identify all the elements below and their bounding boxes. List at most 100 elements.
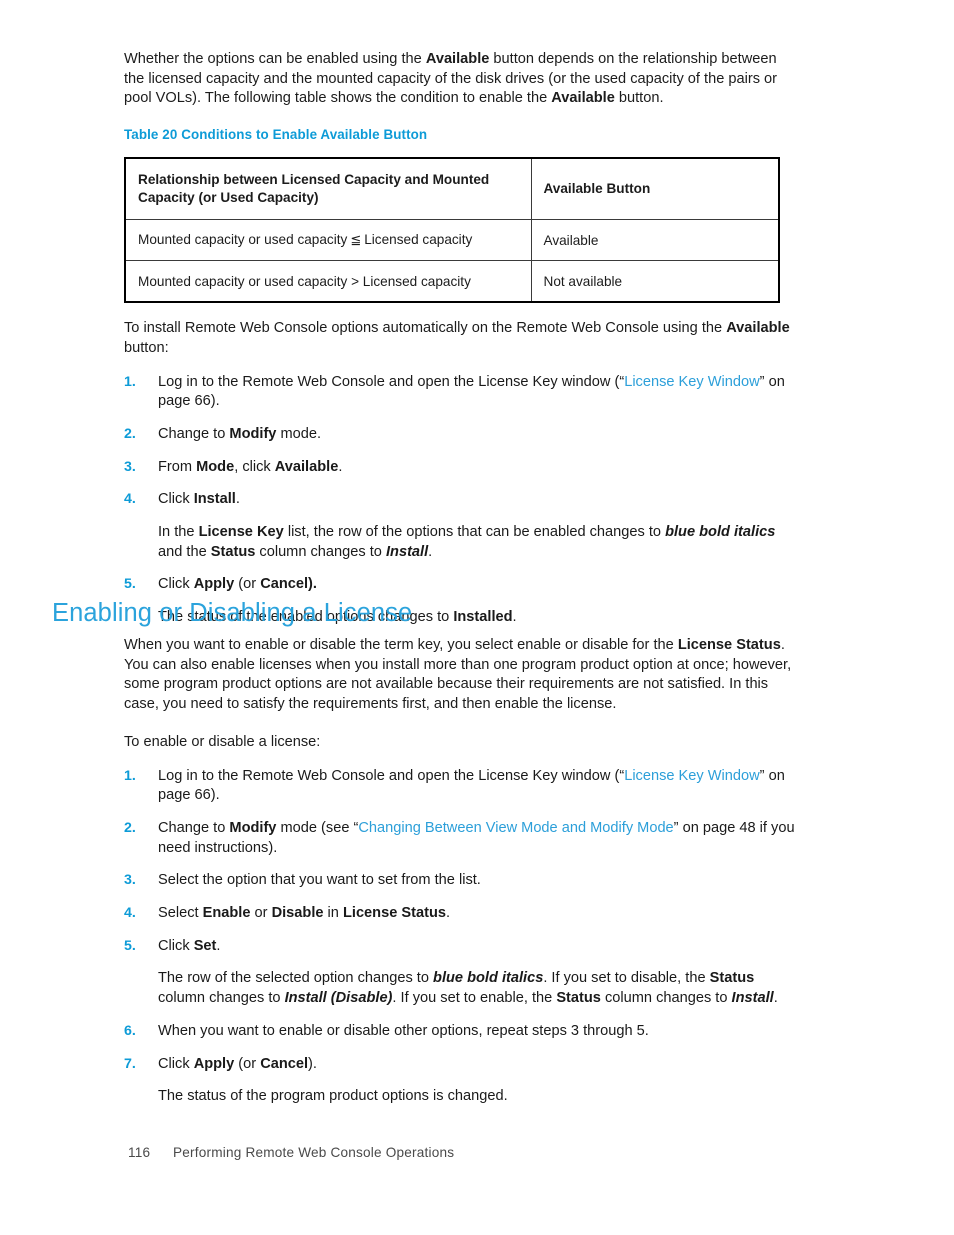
step-text-seg-1: Click	[158, 576, 194, 593]
section-paragraph: When you want to enable or disable the t…	[124, 636, 804, 715]
page-footer: 116 Performing Remote Web Console Operati…	[128, 1145, 454, 1160]
step-text-seg-1: Select	[158, 905, 203, 922]
step-text-seg-1: From	[158, 458, 197, 475]
table-cell-condition: Mounted capacity or used capacity ≦ Licens…	[124, 219, 532, 262]
step-bold-disable: Disable	[271, 905, 324, 922]
list-item: 5. Click Set. The row of the selected opt…	[124, 937, 804, 1009]
step-number: 4.	[124, 905, 136, 922]
step-text-seg-1: Click	[158, 491, 194, 508]
sub-bolditalic-install-disable: Install (Disable)	[284, 990, 393, 1007]
step-number: 4.	[124, 491, 136, 508]
sub-seg-2: .	[512, 609, 517, 626]
sub-bold-status-2: Status	[556, 990, 601, 1007]
sub-seg-6: .	[773, 990, 778, 1007]
step-bold-enable: Enable	[202, 905, 251, 922]
intro-bold-available-1: Available	[425, 51, 490, 67]
step-sub-paragraph: The row of the selected option changes t…	[158, 969, 804, 1008]
sub-seg-3: column changes to	[158, 990, 285, 1007]
sub-seg-1: In the	[158, 524, 199, 541]
step-text-seg-1: Change to	[158, 425, 230, 442]
link-license-key-window[interactable]: License Key Window	[624, 374, 759, 390]
step-text-seg-2: .	[235, 491, 240, 508]
step-sub-paragraph: In the License Key list, the row of the …	[158, 523, 800, 562]
step-number: 3.	[124, 458, 136, 475]
enable-steps-list: 1. Log in to the Remote Web Console and o…	[124, 767, 804, 1107]
sub-bold-license-key: License Key	[198, 524, 284, 541]
list-item: 4. Click Install. In the License Key list…	[124, 490, 800, 562]
table-caption: Table 20 Conditions to Enable Available …	[124, 127, 428, 143]
section-heading: Enabling or Disabling a License	[52, 599, 413, 627]
step-number: 5.	[124, 937, 136, 954]
step-bold-apply: Apply	[193, 576, 235, 593]
step-text-seg-2: mode.	[276, 425, 322, 442]
table-cell-result: Available	[530, 219, 780, 262]
footer-running-title: Performing Remote Web Console Operations	[173, 1145, 455, 1160]
condition-text-pre: Mounted capacity or used capacity	[138, 232, 348, 248]
sub-seg-4: column changes to	[255, 543, 386, 560]
list-item: 3. From Mode, click Available.	[124, 458, 800, 478]
table-row: Mounted capacity or used capacity > Lice…	[124, 260, 780, 303]
step-text-seg-3: ).	[308, 1055, 317, 1072]
step-text-seg-2: mode (see “	[276, 819, 359, 836]
step-bold-modify: Modify	[229, 819, 277, 836]
footer-page-number: 116	[128, 1145, 151, 1160]
sub-seg-5: column changes to	[600, 990, 732, 1007]
list-item: 2. Change to Modify mode (see “Changing B…	[124, 819, 804, 858]
table-row: Mounted capacity or used capacity ≦ Licens…	[124, 219, 780, 262]
step-text-seg-1: Log in to the Remote Web Console and ope…	[158, 767, 625, 784]
step-number: 1.	[124, 373, 136, 390]
step-text-seg-3: ).	[308, 576, 317, 593]
step-number: 6.	[124, 1022, 136, 1039]
less-than-or-equal-icon: ≦	[350, 233, 362, 249]
conditions-table-wrapper: Relationship between Licensed Capacity a…	[124, 157, 780, 304]
step-number: 3.	[124, 872, 136, 889]
step-number: 7.	[124, 1055, 136, 1072]
table-header-available-button: Available Button	[530, 157, 780, 221]
sub-seg-2: . If you set to disable, the	[543, 970, 710, 987]
upper-content-block: Whether the options can be enabled using…	[124, 50, 800, 628]
step-text-seg-1: Click	[158, 937, 194, 954]
lower-content-block: When you want to enable or disable the t…	[124, 636, 804, 1107]
conditions-table: Relationship between Licensed Capacity a…	[124, 157, 780, 304]
intro-bold-available-2: Available	[551, 90, 615, 107]
sub-bolditalic-install: Install	[731, 990, 774, 1007]
table-header-relationship: Relationship between Licensed Capacity a…	[124, 157, 532, 221]
enable-intro-paragraph: To enable or disable a license:	[124, 733, 321, 750]
step-text-seg-3: .	[338, 458, 343, 475]
step-text-seg-4: .	[445, 905, 451, 922]
sub-bolditalic-blue-bold-italics: blue bold italics	[433, 970, 544, 987]
sub-bold-status-1: Status	[709, 970, 755, 987]
list-item: 1. Log in to the Remote Web Console and o…	[124, 373, 800, 412]
link-changing-between-view-mode-and-modify-mode[interactable]: Changing Between View Mode and Modify Mo…	[358, 820, 673, 836]
install-steps-list: 1. Log in to the Remote Web Console and o…	[124, 373, 800, 628]
list-item: 6. When you want to enable or disable oth…	[124, 1022, 804, 1042]
step-text-seg-1: When you want to enable or disable other…	[158, 1022, 649, 1039]
sub-bold-installed: Installed	[453, 609, 513, 626]
install-intro-paragraph: To install Remote Web Console options au…	[124, 319, 800, 358]
list-item: 4. Select Enable or Disable in License St…	[124, 904, 804, 924]
table-cell-result: Not available	[530, 260, 780, 303]
step-text-seg-2: or	[250, 905, 272, 922]
install-intro-seg-2: button:	[124, 339, 169, 356]
link-license-key-window[interactable]: License Key Window	[624, 768, 759, 784]
step-number: 2.	[124, 819, 136, 836]
sub-seg-1: The row of the selected option changes t…	[158, 970, 434, 987]
step-bold-license-status: License Status	[342, 905, 446, 922]
sub-seg-2: list, the row of the options that can be…	[283, 524, 666, 541]
list-item: 3. Select the option that you want to set…	[124, 871, 804, 891]
sub-bolditalic-install: Install	[385, 543, 429, 560]
step-text-seg-1: Log in to the Remote Web Console and ope…	[158, 373, 625, 390]
step-bold-modify: Modify	[229, 425, 277, 442]
step-bold-mode: Mode	[196, 458, 235, 475]
step-bold-set: Set	[193, 937, 217, 954]
sub-bold-status: Status	[210, 543, 256, 560]
intro-seg-3: button.	[614, 90, 664, 107]
step-text-seg-1: Click	[158, 1055, 194, 1072]
section-bold-license-status: License Status	[677, 637, 781, 653]
document-page: Whether the options can be enabled using…	[0, 0, 954, 1235]
step-text-seg-2: (or	[234, 1055, 261, 1072]
